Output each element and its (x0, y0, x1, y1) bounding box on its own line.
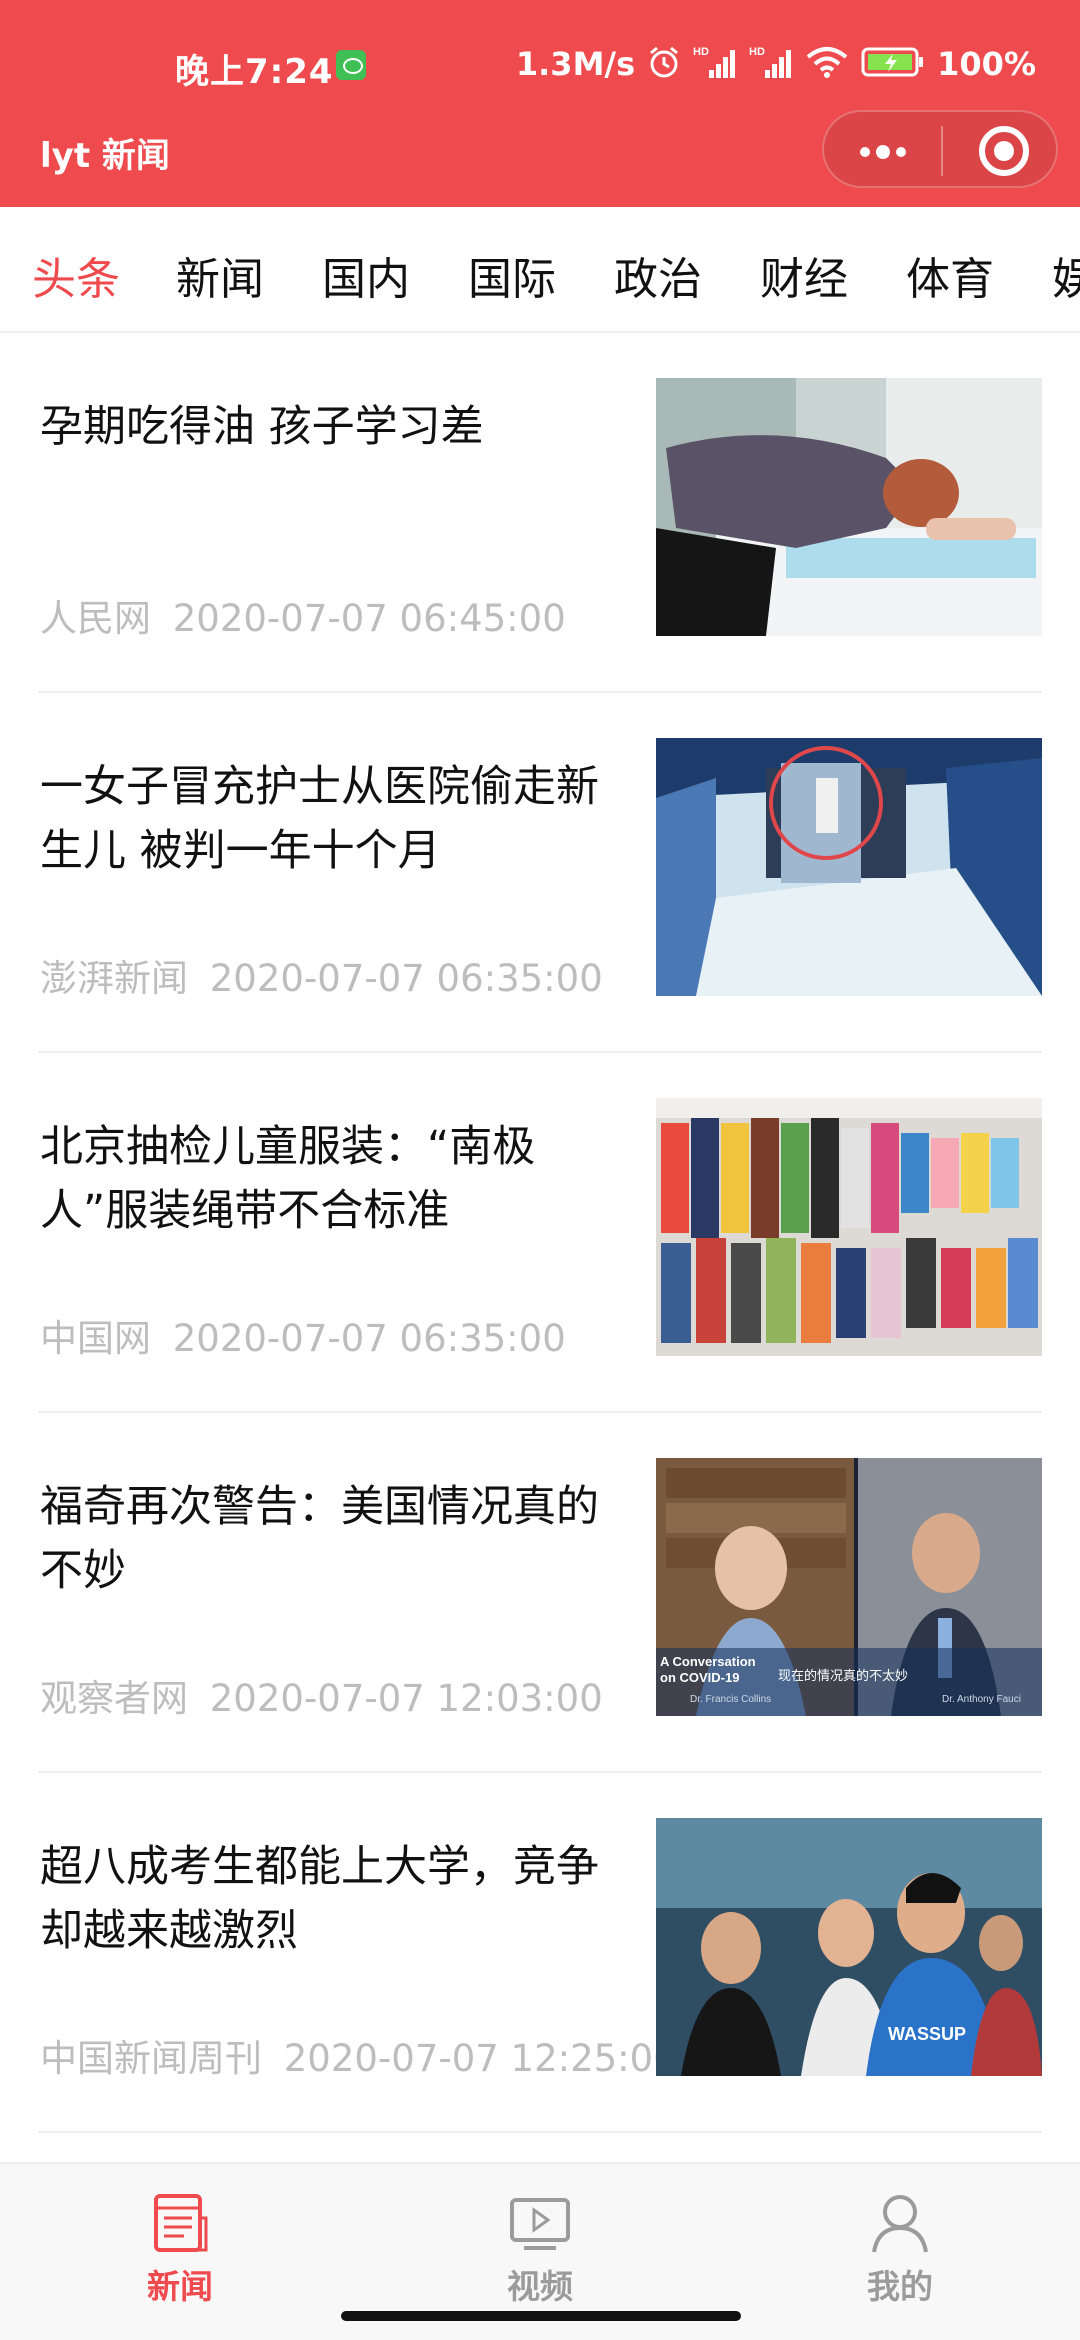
tab-sports[interactable]: 体育 (906, 243, 994, 307)
svg-text:HD: HD (693, 46, 709, 58)
news-source: 人民网 (40, 597, 151, 640)
news-source: 观察者网 (40, 1677, 188, 1720)
news-meta: 观察者网 2020-07-07 12:03:00 (40, 1668, 603, 1722)
status-time: 晚上7:24 (175, 52, 334, 92)
app-header: 晚上7:24 1.3M/s HD HD 100% lyt 新闻 (0, 0, 1080, 207)
news-meta: 中国网 2020-07-07 06:35:00 (40, 1308, 566, 1362)
home-indicator[interactable] (341, 2311, 741, 2321)
thumb-left-name: Dr. Francis Collins (690, 1694, 771, 1705)
battery-percentage: 100% (937, 45, 1036, 83)
thumb-subtitle: 现在的情况真的不太妙 (778, 1668, 908, 1684)
news-title: 孕期吃得油 孩子学习差 (40, 402, 484, 452)
news-thumbnail: WASSUP (656, 1818, 1042, 2076)
news-source: 中国网 (40, 1317, 151, 1360)
page-title: lyt 新闻 (40, 136, 170, 176)
status-indicators: 1.3M/s HD HD 100% (516, 44, 1036, 84)
hd-signal-icon: HD (749, 44, 793, 84)
nav-video-label: 视频 (507, 2267, 573, 2306)
video-play-icon (510, 2192, 570, 2254)
network-speed: 1.3M/s (515, 45, 636, 83)
tab-domestic[interactable]: 国内 (322, 243, 410, 307)
mini-program-capsule (822, 110, 1058, 188)
tab-entertainment[interactable]: 娱 (1052, 243, 1080, 307)
news-meta: 人民网 2020-07-07 06:45:00 (40, 588, 566, 642)
news-time: 2020-07-07 06:35:00 (172, 1317, 566, 1360)
nav-profile[interactable]: 我的 (790, 2176, 1010, 2316)
news-item[interactable]: 超八成考生都能上大学，竞争却越来越激烈 中国新闻周刊 2020-07-07 12… (38, 1773, 1042, 2133)
news-time: 2020-07-07 06:35:00 (209, 957, 603, 1000)
target-circle-icon[interactable] (979, 126, 1029, 176)
news-title: 福奇再次警告：美国情况真的不妙 (40, 1482, 599, 1596)
news-meta: 中国新闻周刊 2020-07-07 12:25:00 (40, 2028, 677, 2082)
alarm-icon (647, 45, 681, 83)
news-thumbnail (656, 738, 1042, 996)
hd-signal-icon: HD (693, 44, 737, 84)
news-document-icon (150, 2192, 210, 2254)
tab-headlines[interactable]: 头条 (32, 243, 120, 307)
news-thumbnail (656, 378, 1042, 636)
news-item[interactable]: 福奇再次警告：美国情况真的不妙 观察者网 2020-07-07 12:03:00… (38, 1413, 1042, 1773)
category-tabs: 头条 新闻 国内 国际 政治 财经 体育 娱 (0, 207, 1080, 333)
tab-international[interactable]: 国际 (468, 243, 556, 307)
news-time: 2020-07-07 06:45:00 (172, 597, 566, 640)
news-item[interactable]: 一女子冒充护士从医院偷走新生儿 被判一年十个月 澎湃新闻 2020-07-07 … (38, 693, 1042, 1053)
news-title: 超八成考生都能上大学，竞争却越来越激烈 (40, 1842, 599, 1956)
wechat-notification-icon (336, 50, 366, 80)
news-thumbnail: A Conversation on COVID-19 现在的情况真的不太妙 Dr… (656, 1458, 1042, 1716)
news-item[interactable]: 孕期吃得油 孩子学习差 人民网 2020-07-07 06:45:00 (38, 333, 1042, 693)
news-meta: 澎湃新闻 2020-07-07 06:35:00 (40, 948, 603, 1002)
thumb-right-name: Dr. Anthony Fauci (942, 1694, 1021, 1705)
nav-news-label: 新闻 (147, 2267, 213, 2306)
news-title: 一女子冒充护士从医院偷走新生儿 被判一年十个月 (40, 762, 599, 876)
news-time: 2020-07-07 12:25:00 (283, 2037, 677, 2080)
wifi-icon (805, 45, 849, 83)
nav-video[interactable]: 视频 (430, 2176, 650, 2316)
svg-text:HD: HD (749, 46, 765, 58)
news-thumbnail (656, 1098, 1042, 1356)
news-item[interactable]: 北京抽检儿童服装：“南极人”服装绳带不合标准 中国网 2020-07-07 06… (38, 1053, 1042, 1413)
tab-news[interactable]: 新闻 (176, 243, 264, 307)
user-profile-icon (870, 2192, 930, 2254)
nav-news[interactable]: 新闻 (70, 2176, 290, 2316)
more-dots-icon[interactable] (854, 138, 912, 164)
tab-politics[interactable]: 政治 (614, 243, 702, 307)
news-source: 澎湃新闻 (40, 957, 188, 1000)
nav-profile-label: 我的 (867, 2267, 933, 2306)
svg-text:on COVID-19: on COVID-19 (660, 1670, 739, 1685)
tab-finance[interactable]: 财经 (760, 243, 848, 307)
battery-charging-icon (861, 45, 925, 83)
capsule-divider (941, 126, 943, 176)
thumb-shirt-text: WASSUP (888, 2024, 966, 2044)
news-time: 2020-07-07 12:03:00 (209, 1677, 603, 1720)
news-source: 中国新闻周刊 (40, 2037, 262, 2080)
thumb-text-conversation: A Conversation (660, 1654, 756, 1669)
news-title: 北京抽检儿童服装：“南极人”服装绳带不合标准 (40, 1122, 536, 1236)
